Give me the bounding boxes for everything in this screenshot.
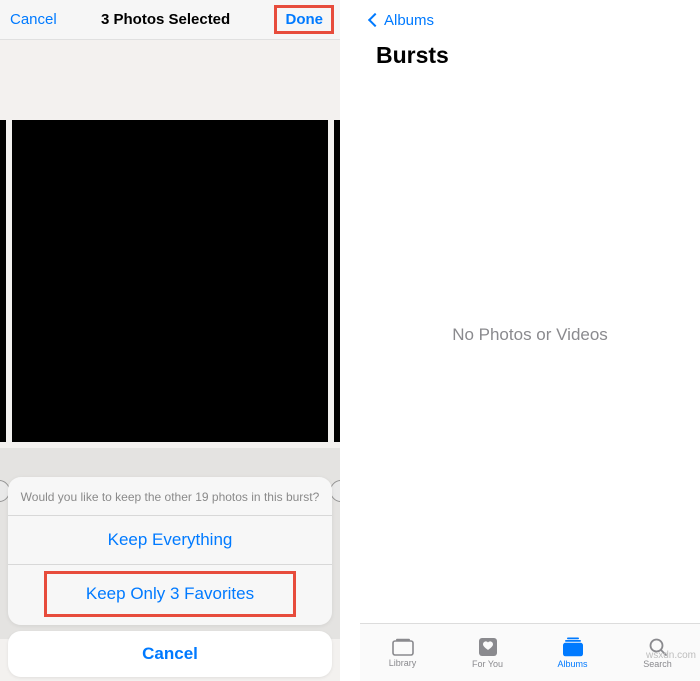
photo-filmstrip[interactable] [0,120,340,442]
chevron-left-icon [368,13,382,27]
keep-everything-button[interactable]: Keep Everything [8,516,332,565]
action-sheet: Would you like to keep the other 19 phot… [8,477,332,625]
nav-title: 3 Photos Selected [101,11,230,28]
empty-state-label: No Photos or Videos [360,325,700,345]
tab-library[interactable]: Library [360,624,445,681]
action-sheet-message: Would you like to keep the other 19 phot… [8,477,332,516]
done-button-highlight: Done [274,5,334,34]
done-button[interactable]: Done [285,11,323,28]
screenshot-divider [340,0,360,681]
library-icon [392,638,414,656]
action-sheet-cancel-button[interactable]: Cancel [8,631,332,677]
tab-label: Library [389,658,417,668]
right-phone-screen: Albums Bursts No Photos or Videos Librar… [360,0,700,681]
selected-photo-preview[interactable] [12,120,328,442]
tab-albums[interactable]: Albums [530,624,615,681]
albums-nav-bar: Albums [360,0,700,40]
page-title: Bursts [376,42,449,69]
selection-nav-bar: Cancel 3 Photos Selected Done [0,0,340,40]
tab-for-you[interactable]: For You [445,624,530,681]
keep-only-favorites-button[interactable]: Keep Only 3 Favorites [44,571,296,617]
albums-icon [562,637,584,657]
tab-label: For You [472,659,503,669]
for-you-icon [478,637,498,657]
tab-label: Albums [557,659,587,669]
back-label: Albums [384,12,434,29]
left-phone-screen: Cancel 3 Photos Selected Done Would you … [0,0,340,681]
watermark: wsxdn.com [646,650,696,661]
back-to-albums-button[interactable]: Albums [370,12,434,29]
next-photo-sliver[interactable] [334,120,340,442]
cancel-button[interactable]: Cancel [10,11,57,28]
